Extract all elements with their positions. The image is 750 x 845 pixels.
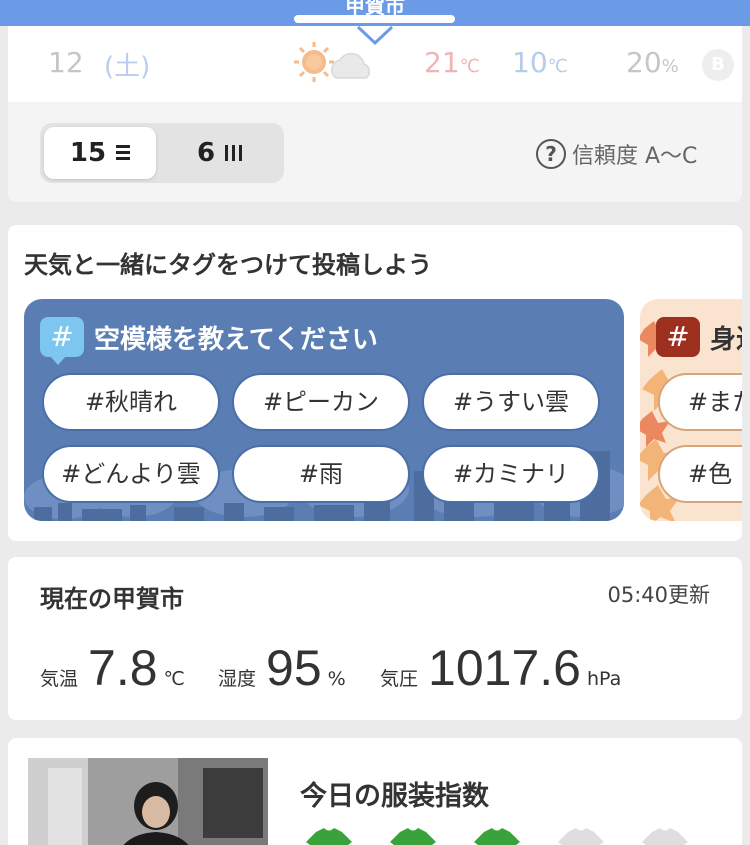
pressure-label: 気圧 bbox=[380, 668, 419, 690]
tag-button[interactable]: #また bbox=[658, 373, 742, 431]
forecast-low: 10℃ bbox=[512, 46, 568, 79]
temperature-label: 気温 bbox=[40, 668, 79, 690]
sky-tag-panel: # 空模様を教えてください #秋晴れ #ピーカン #うすい雲 #どんより雲 #雨… bbox=[24, 299, 624, 521]
forecast-high: 21℃ bbox=[424, 46, 480, 79]
toggle-6-label: 6 bbox=[196, 138, 216, 168]
tag-button[interactable]: #雨 bbox=[232, 445, 410, 503]
autumn-panel-title: 身近 bbox=[710, 325, 742, 355]
toggle-15-label: 15 bbox=[69, 138, 107, 168]
forecast-pop: 20% bbox=[626, 46, 679, 79]
period-toggle: 15 6 bbox=[40, 123, 284, 183]
shirt-icon bbox=[306, 828, 352, 845]
shirt-icon bbox=[558, 828, 604, 845]
forecast-weekday: (土) bbox=[104, 52, 151, 82]
humidity-unit: % bbox=[327, 668, 346, 690]
hashtag-icon: # bbox=[40, 317, 84, 365]
sky-panel-title: 空模様を教えてください bbox=[94, 325, 378, 355]
shirt-icon bbox=[390, 828, 436, 845]
clothing-index-card[interactable]: 今日の服装指数 bbox=[8, 738, 742, 845]
tag-button[interactable]: #うすい雲 bbox=[422, 373, 600, 431]
humidity-reading: 湿度 95 % bbox=[218, 639, 346, 697]
reliability-help[interactable]: ? 信頼度 A〜C bbox=[536, 138, 697, 170]
clothing-title: 今日の服装指数 bbox=[300, 781, 489, 812]
shirt-icon bbox=[474, 828, 520, 845]
temperature-value: 7.8 bbox=[88, 640, 158, 696]
current-conditions-card: 現在の甲賀市 05:40更新 気温 7.8 ℃ 湿度 95 % 気圧 1017.… bbox=[8, 557, 742, 720]
updated-time: 05:40更新 bbox=[607, 583, 710, 607]
temperature-unit: ℃ bbox=[163, 668, 185, 690]
pressure-unit: hPa bbox=[586, 668, 622, 690]
location-pill[interactable] bbox=[294, 15, 455, 23]
tag-button[interactable]: #どんより雲 bbox=[42, 445, 220, 503]
forecast-day: 12 bbox=[48, 46, 84, 79]
bars-icon bbox=[225, 145, 243, 161]
shirt-icon bbox=[642, 828, 688, 845]
location-header: 甲賀市 bbox=[0, 0, 750, 26]
forecast-card: 12 (土) 21℃ 10℃ 20% B 15 6 ? 信頼度 A〜C bbox=[8, 26, 742, 202]
clothing-photo bbox=[28, 758, 268, 845]
list-lines-icon bbox=[116, 145, 131, 161]
hashtag-icon: # bbox=[656, 317, 700, 357]
humidity-label: 湿度 bbox=[218, 668, 257, 690]
reliability-badge: B bbox=[702, 49, 734, 81]
pressure-reading: 気圧 1017.6 hPa bbox=[380, 639, 621, 697]
tag-button[interactable]: #色 bbox=[658, 445, 742, 503]
tags-title: 天気と一緒にタグをつけて投稿しよう bbox=[24, 251, 432, 279]
temperature-reading: 気温 7.8 ℃ bbox=[40, 639, 185, 697]
tag-button[interactable]: #カミナリ bbox=[422, 445, 600, 503]
autumn-tag-panel: # 身近 #また #色 bbox=[640, 299, 742, 521]
pressure-value: 1017.6 bbox=[428, 640, 581, 696]
tag-button[interactable]: #ピーカン bbox=[232, 373, 410, 431]
humidity-value: 95 bbox=[266, 640, 322, 696]
toggle-6-hour[interactable]: 6 bbox=[164, 127, 276, 179]
question-circle-icon: ? bbox=[536, 139, 566, 169]
tags-card: 天気と一緒にタグをつけて投稿しよう # 空模様を教えてください #秋晴れ #ピー… bbox=[8, 225, 742, 541]
tag-button[interactable]: #秋晴れ bbox=[42, 373, 220, 431]
toggle-15-day[interactable]: 15 bbox=[44, 127, 156, 179]
current-title: 現在の甲賀市 bbox=[40, 585, 184, 613]
reliability-label: 信頼度 A〜C bbox=[572, 144, 698, 169]
chevron-down-icon bbox=[356, 25, 394, 46]
